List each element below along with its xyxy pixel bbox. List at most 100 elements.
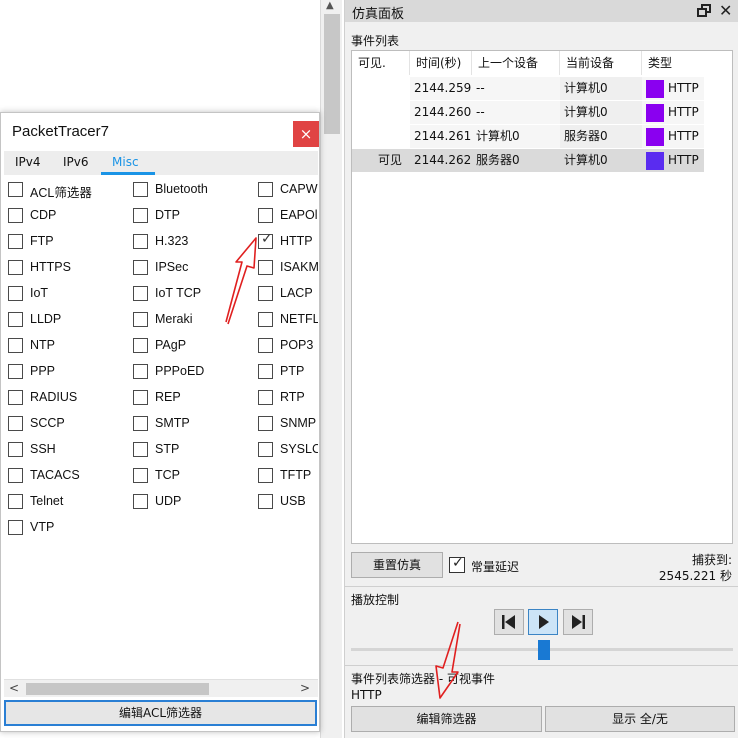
protocol-item[interactable]: TFTP [254, 465, 318, 485]
protocol-item[interactable]: RTP [254, 387, 318, 407]
protocol-item[interactable]: IoT [4, 283, 134, 303]
protocol-item[interactable]: SCCP [4, 413, 134, 433]
back-step-button[interactable] [494, 609, 524, 635]
protocol-item[interactable]: USB [254, 491, 318, 511]
horizontal-scrollbar[interactable]: < > [4, 679, 318, 697]
protocol-item[interactable]: CDP [4, 205, 134, 225]
tab-ipv4[interactable]: IPv4 [15, 155, 41, 169]
protocol-item[interactable]: DTP [129, 205, 259, 225]
protocol-item[interactable]: SYSLC [254, 439, 318, 459]
restore-window-icon[interactable] [697, 4, 711, 17]
column-header-time[interactable]: 时间(秒) [410, 51, 472, 75]
protocol-item[interactable]: SSH [4, 439, 134, 459]
scrollbar-thumb[interactable] [324, 14, 340, 134]
protocol-checkbox[interactable] [133, 208, 148, 223]
protocol-item[interactable]: EAPOl [254, 205, 318, 225]
protocol-checkbox[interactable] [258, 390, 273, 405]
protocol-item[interactable]: STP [129, 439, 259, 459]
protocol-checkbox[interactable] [133, 260, 148, 275]
show-all-none-button[interactable]: 显示 全/无 [545, 706, 735, 732]
dialog-close-button[interactable]: × [293, 121, 319, 147]
column-header-current-device[interactable]: 当前设备 [560, 51, 642, 75]
protocol-checkbox[interactable] [8, 442, 23, 457]
protocol-checkbox[interactable] [8, 390, 23, 405]
protocol-checkbox[interactable] [133, 338, 148, 353]
column-header-type[interactable]: 类型 [642, 51, 734, 75]
protocol-item[interactable]: ISAKM [254, 257, 318, 277]
scroll-left-icon[interactable]: < [9, 681, 19, 695]
protocol-item[interactable]: PAgP [129, 335, 259, 355]
protocol-item[interactable]: NETFL [254, 309, 318, 329]
protocol-checkbox[interactable] [258, 182, 273, 197]
forward-step-button[interactable] [563, 609, 593, 635]
play-button[interactable] [528, 609, 558, 635]
protocol-checkbox[interactable] [133, 442, 148, 457]
reset-simulation-button[interactable]: 重置仿真 [351, 552, 443, 578]
protocol-item[interactable]: CAPW [254, 179, 318, 199]
protocol-item[interactable]: RADIUS [4, 387, 134, 407]
close-panel-icon[interactable]: ✕ [719, 1, 732, 20]
protocol-item[interactable]: IPSec [129, 257, 259, 277]
protocol-item[interactable]: Bluetooth [129, 179, 259, 199]
protocol-checkbox[interactable] [8, 234, 23, 249]
protocol-item[interactable]: SNMP [254, 413, 318, 433]
protocol-item[interactable]: POP3 [254, 335, 318, 355]
protocol-item[interactable]: H.323 [129, 231, 259, 251]
protocol-item[interactable]: LACP [254, 283, 318, 303]
protocol-checkbox[interactable] [8, 260, 23, 275]
protocol-checkbox[interactable] [8, 468, 23, 483]
protocol-item[interactable]: NTP [4, 335, 134, 355]
protocol-checkbox[interactable] [133, 286, 148, 301]
protocol-checkbox[interactable] [258, 494, 273, 509]
protocol-item[interactable]: SMTP [129, 413, 259, 433]
protocol-checkbox[interactable] [258, 364, 273, 379]
protocol-checkbox[interactable] [258, 260, 273, 275]
protocol-item[interactable]: Telnet [4, 491, 134, 511]
protocol-item[interactable]: TCP [129, 465, 259, 485]
protocol-checkbox[interactable] [8, 416, 23, 431]
protocol-item[interactable]: UDP [129, 491, 259, 511]
protocol-checkbox[interactable] [133, 234, 148, 249]
protocol-item[interactable]: Meraki [129, 309, 259, 329]
protocol-checkbox[interactable] [258, 468, 273, 483]
protocol-checkbox[interactable]: ✓ [258, 231, 273, 249]
protocol-checkbox[interactable] [8, 494, 23, 509]
protocol-checkbox[interactable] [258, 442, 273, 457]
protocol-item[interactable]: PTP [254, 361, 318, 381]
protocol-item[interactable]: PPP [4, 361, 134, 381]
protocol-item[interactable]: FTP [4, 231, 134, 251]
protocol-checkbox[interactable] [133, 182, 148, 197]
protocol-item[interactable]: PPPoED [129, 361, 259, 381]
constant-delay-checkbox[interactable]: ✓ [449, 555, 465, 573]
protocol-checkbox[interactable] [133, 416, 148, 431]
edit-acl-filter-button[interactable]: 编辑ACL筛选器 [4, 700, 317, 726]
event-row[interactable]: 2144.259 -- 计算机0 HTTP [352, 77, 734, 101]
column-header-last-device[interactable]: 上一个设备 [472, 51, 560, 75]
protocol-checkbox[interactable] [133, 312, 148, 327]
protocol-checkbox[interactable] [258, 208, 273, 223]
horizontal-scrollbar-thumb[interactable] [26, 683, 209, 695]
protocol-item[interactable]: REP [129, 387, 259, 407]
scroll-right-icon[interactable]: > [300, 681, 310, 695]
protocol-item[interactable]: ✓ HTTP [254, 231, 318, 251]
protocol-checkbox[interactable] [258, 338, 273, 353]
protocol-checkbox[interactable] [8, 208, 23, 223]
event-row[interactable]: 2144.260 -- 计算机0 HTTP [352, 101, 734, 125]
scroll-up-icon[interactable]: ▲ [326, 0, 334, 11]
protocol-checkbox[interactable] [133, 494, 148, 509]
protocol-checkbox[interactable] [258, 416, 273, 431]
protocol-checkbox[interactable] [8, 520, 23, 535]
protocol-checkbox[interactable] [133, 364, 148, 379]
protocol-checkbox[interactable] [258, 286, 273, 301]
protocol-checkbox[interactable] [8, 312, 23, 327]
event-row[interactable]: 2144.261 计算机0 服务器0 HTTP [352, 125, 734, 149]
column-header-visible[interactable]: 可见. [352, 51, 410, 75]
protocol-item[interactable]: LLDP [4, 309, 134, 329]
protocol-item[interactable]: TACACS [4, 465, 134, 485]
protocol-item[interactable]: ACL筛选器 [4, 179, 134, 200]
protocol-checkbox[interactable] [8, 286, 23, 301]
protocol-item[interactable]: HTTPS [4, 257, 134, 277]
protocol-checkbox[interactable] [133, 468, 148, 483]
tab-misc[interactable]: Misc [112, 155, 139, 169]
protocol-checkbox[interactable] [133, 390, 148, 405]
